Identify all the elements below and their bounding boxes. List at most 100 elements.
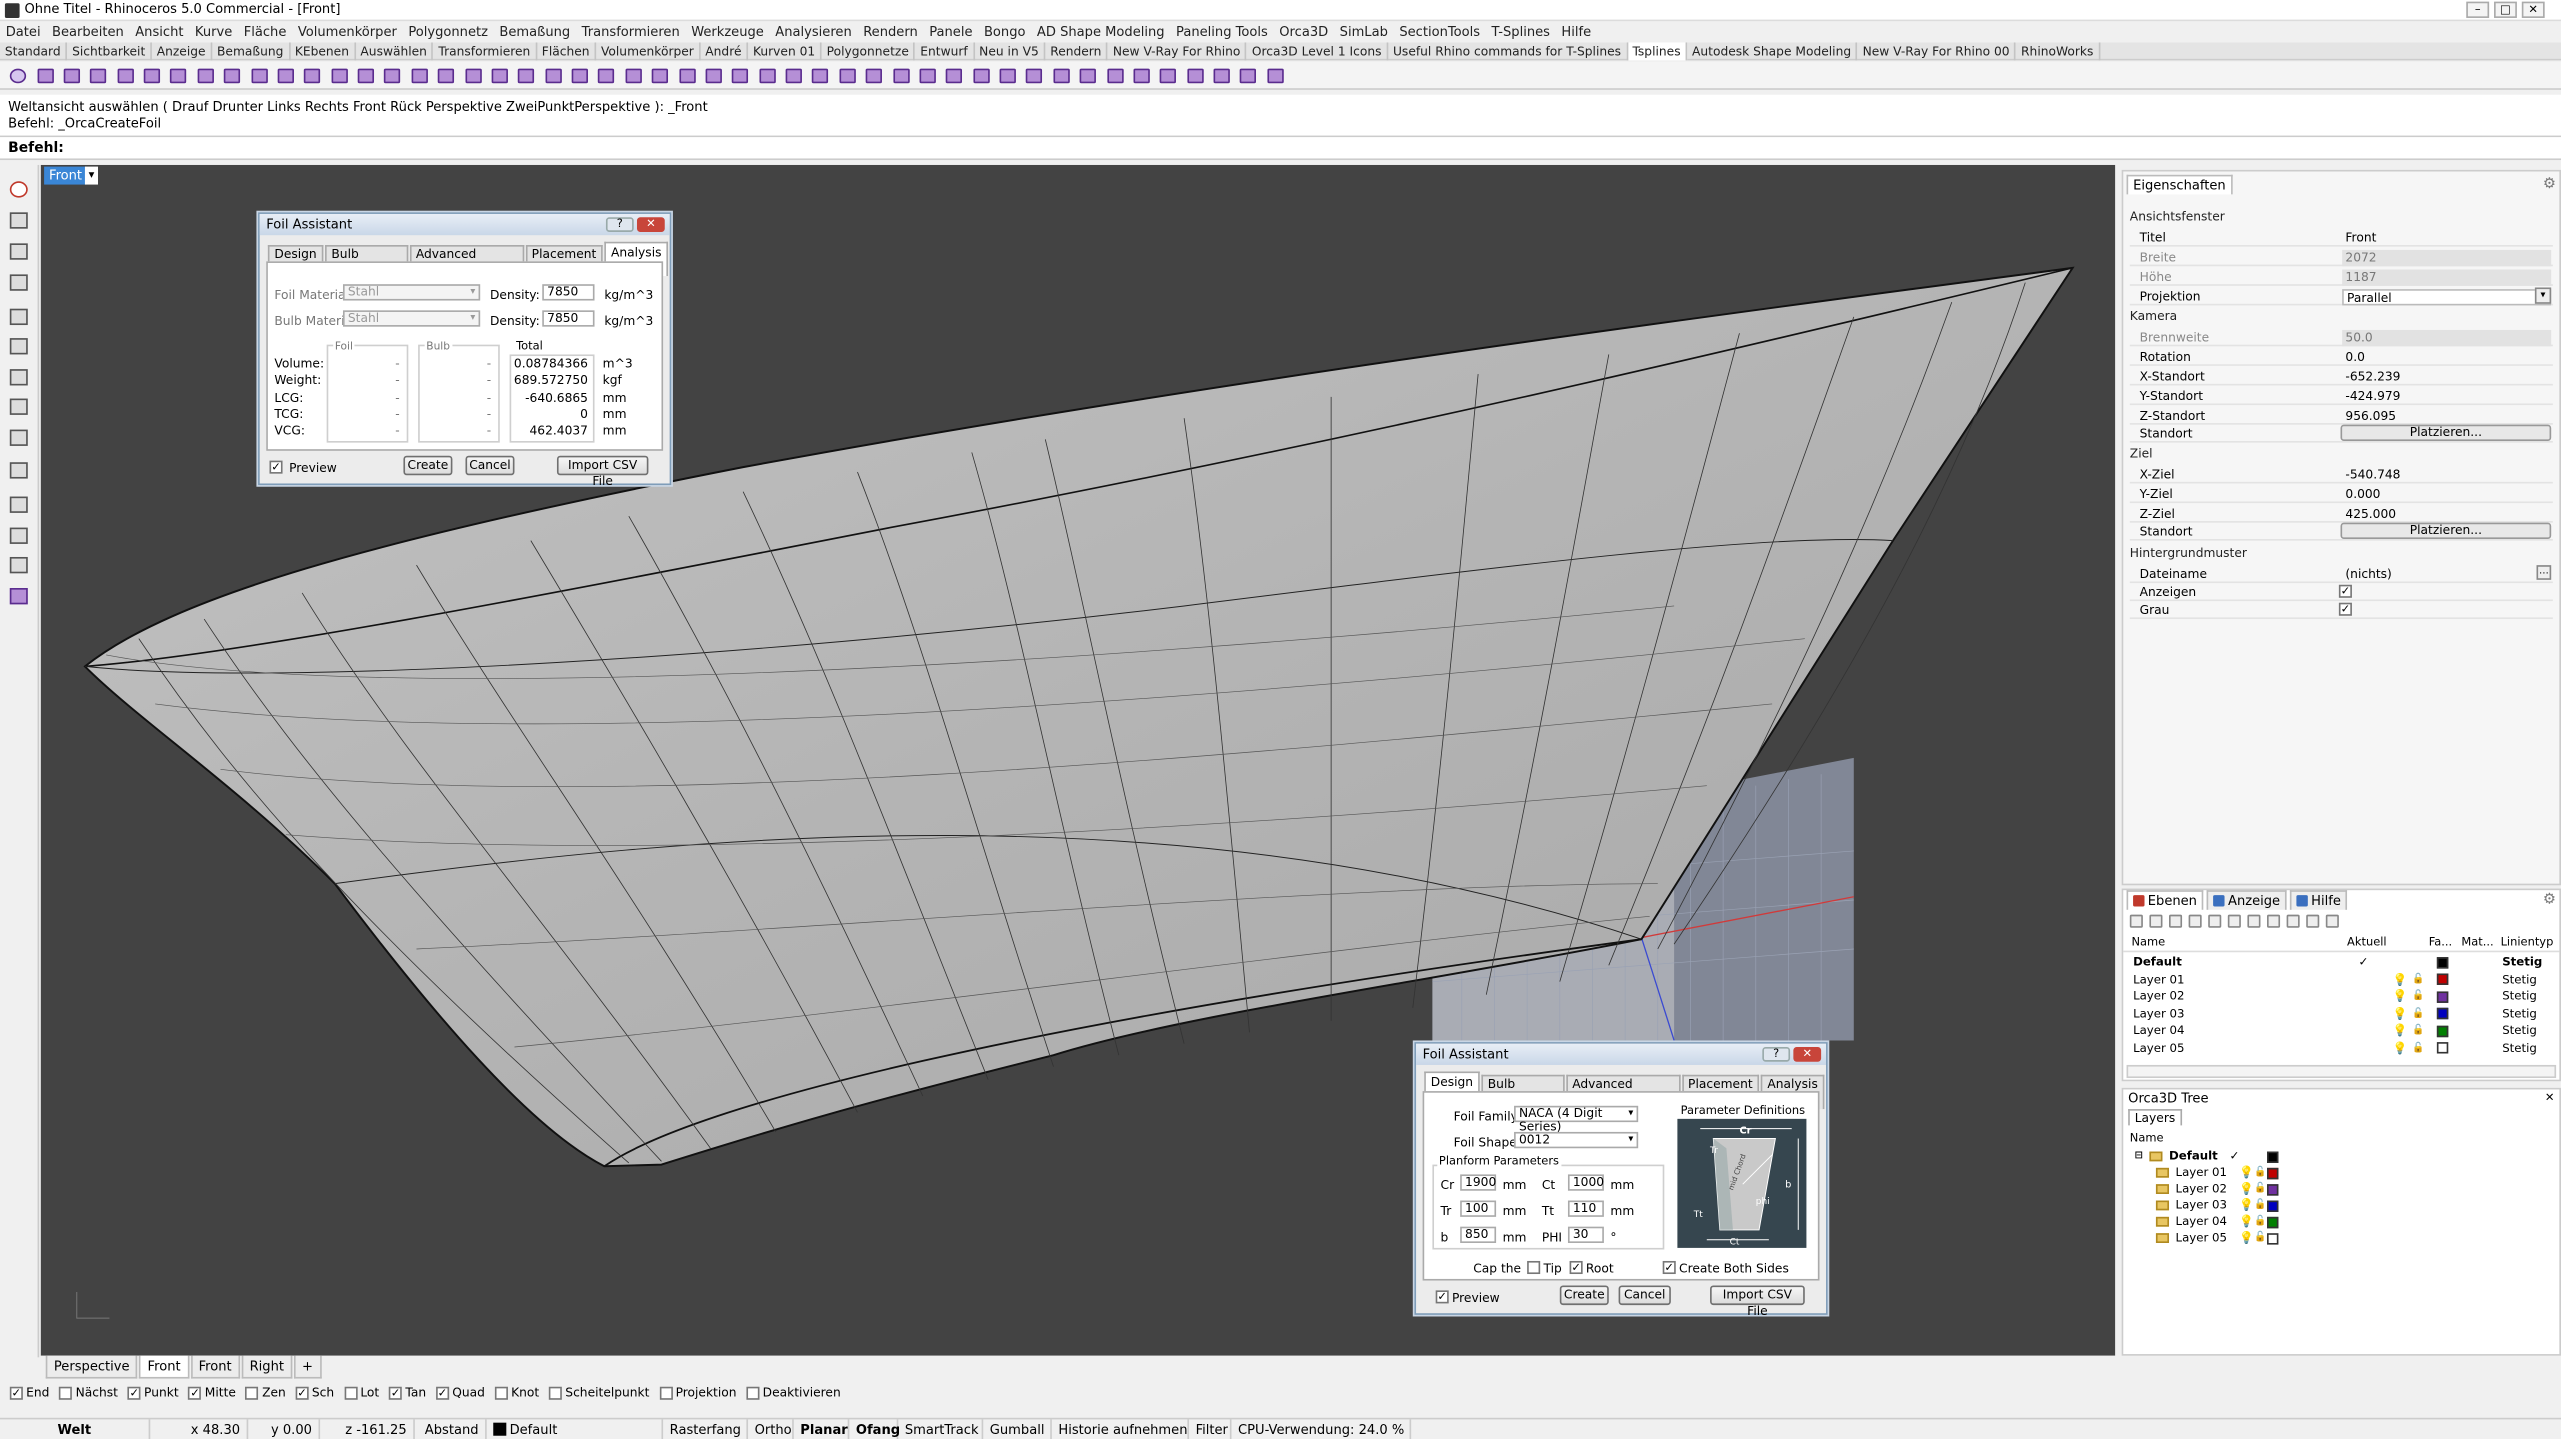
tsplines-tool-icon[interactable] xyxy=(649,65,672,86)
col-name[interactable]: Name xyxy=(2131,936,2165,949)
tsplines-tool-icon[interactable] xyxy=(87,65,110,86)
orca3d-layer-row[interactable]: Layer 05 💡 🔓 xyxy=(2127,1230,2558,1246)
tsplines-tool-icon[interactable] xyxy=(809,65,832,86)
col-material[interactable]: Mat... xyxy=(2461,936,2493,949)
toolbar-tab-rhinoworks[interactable]: RhinoWorks xyxy=(2016,41,2100,60)
toolbar-tab-rendern[interactable]: Rendern xyxy=(1045,41,1108,60)
osnap-projektion-checkbox[interactable] xyxy=(659,1385,673,1399)
y-location-value[interactable]: -424.979 xyxy=(2342,389,2551,405)
layer-linetype[interactable]: Stetig xyxy=(2502,1005,2537,1021)
osnap-mitte-checkbox[interactable]: ✓ xyxy=(188,1385,202,1399)
gumball-icon[interactable] xyxy=(7,209,31,232)
new-sublayer-icon[interactable] xyxy=(2149,914,2163,928)
layer-row[interactable]: Layer 02 💡 🔓 Stetig xyxy=(2127,988,2558,1004)
toolbar-tab-autodesk-shape-modeling[interactable]: Autodesk Shape Modeling xyxy=(1687,41,1858,60)
foil-density-input[interactable]: 7850 xyxy=(542,284,595,301)
layer-row[interactable]: Default ✓ Stetig xyxy=(2127,954,2558,970)
help-icon[interactable] xyxy=(2325,914,2339,928)
tsplines-tool-icon[interactable] xyxy=(1023,65,1046,86)
toolbar-tab-neu-in-v5[interactable]: Neu in V5 xyxy=(974,41,1046,60)
axis-icon[interactable] xyxy=(7,305,31,328)
cplane-status[interactable]: Welt xyxy=(0,1419,151,1439)
toolbar-tab-orca3d-level-1-icons[interactable]: Orca3D Level 1 Icons xyxy=(1247,41,1389,60)
layer-visible-bulb-icon[interactable]: 💡 xyxy=(2239,1165,2254,1181)
layer-lock-icon[interactable]: 🔓 xyxy=(2254,1230,2266,1246)
foil-shape-select[interactable]: 0012 ▾ xyxy=(1514,1131,1639,1149)
menu-ad-shape-modeling[interactable]: AD Shape Modeling xyxy=(1031,21,1170,42)
tsplines-tool-icon[interactable] xyxy=(114,65,137,86)
col-color[interactable]: Fa... xyxy=(2429,936,2452,949)
tsplines-tool-icon[interactable] xyxy=(274,65,297,86)
dots-icon[interactable] xyxy=(7,271,31,294)
rotation-value[interactable]: 0.0 xyxy=(2342,350,2551,366)
viewport-menu-chevron-icon[interactable]: ▾ xyxy=(84,166,98,185)
toolbar-tab-new-v-ray-for-rhino[interactable]: New V-Ray For Rhino xyxy=(1108,41,1247,60)
bulb-density-input[interactable]: 7850 xyxy=(542,310,595,327)
tsplines-tool-icon[interactable] xyxy=(60,65,83,86)
grid-snap-toggle[interactable]: Rasterfang xyxy=(663,1419,749,1439)
viewport-tab-perspective[interactable]: Perspective xyxy=(45,1354,138,1378)
param-ct-input[interactable]: 1000 xyxy=(1567,1174,1604,1191)
tsplines-tool-icon[interactable] xyxy=(675,65,698,86)
menu-bongo[interactable]: Bongo xyxy=(978,21,1031,42)
toolbar-tab-auswählen[interactable]: Auswählen xyxy=(356,41,434,60)
menu-kurve[interactable]: Kurve xyxy=(189,21,238,42)
osnap-zen-checkbox[interactable] xyxy=(245,1385,259,1399)
menu-werkzeuge[interactable]: Werkzeuge xyxy=(685,21,769,42)
layer-color-swatch[interactable] xyxy=(2436,1042,2449,1054)
gumball-toggle[interactable]: Gumball xyxy=(983,1419,1052,1439)
tsplines-tool-icon[interactable] xyxy=(568,65,591,86)
dialog-close-button[interactable]: ✕ xyxy=(636,217,665,232)
tsplines-toggle-icon[interactable] xyxy=(7,65,30,86)
tsplines-tool-icon[interactable] xyxy=(248,65,271,86)
z-target-value[interactable]: 425.000 xyxy=(2342,506,2551,522)
import-csv-button[interactable]: Import CSV File xyxy=(1710,1285,1805,1318)
layer-lock-icon[interactable]: 🔓 xyxy=(2412,1040,2424,1056)
toolbar-tab-kurven-01[interactable]: Kurven 01 xyxy=(748,41,822,60)
panel-settings-gear-icon[interactable]: ⚙ xyxy=(2543,176,2556,192)
layer-lock-icon[interactable]: 🔓 xyxy=(2254,1181,2266,1197)
layer-visible-bulb-icon[interactable]: 💡 xyxy=(2393,1040,2408,1056)
orca3d-layer-row[interactable]: Layer 03 💡 🔓 xyxy=(2127,1197,2558,1213)
layer-color-swatch[interactable] xyxy=(2267,1183,2279,1195)
tsplines-tool-icon[interactable] xyxy=(1157,65,1180,86)
tsplines-tool-icon[interactable] xyxy=(1103,65,1126,86)
filter-toggle[interactable]: Filter xyxy=(1189,1419,1232,1439)
col-linetype[interactable]: Linientyp xyxy=(2501,936,2554,949)
properties-tab[interactable]: Eigenschaften xyxy=(2126,174,2233,195)
param-b-input[interactable]: 850 xyxy=(1460,1226,1497,1243)
info-icon[interactable] xyxy=(7,178,31,201)
tsplines-tool-icon[interactable] xyxy=(221,65,244,86)
layer-row[interactable]: Layer 04 💡 🔓 Stetig xyxy=(2127,1022,2558,1038)
toolbar-tab-bemaßung[interactable]: Bemaßung xyxy=(212,41,290,60)
tsplines-tool-icon[interactable] xyxy=(1210,65,1233,86)
tsplines-tool-icon[interactable] xyxy=(194,65,217,86)
layer-visible-bulb-icon[interactable]: 💡 xyxy=(2239,1214,2254,1230)
layers-horizontal-scrollbar[interactable] xyxy=(2126,1064,2557,1079)
menu-hilfe[interactable]: Hilfe xyxy=(1556,21,1597,42)
osnap-scheitelpunkt-checkbox[interactable] xyxy=(548,1385,563,1399)
layer-visible-bulb-icon[interactable]: 💡 xyxy=(2393,1005,2408,1021)
foil-material-select[interactable]: Stahl ▾ xyxy=(342,284,481,301)
planar-toggle[interactable]: Planar xyxy=(794,1419,850,1439)
layer-color-swatch[interactable] xyxy=(2436,1007,2449,1020)
osnap-deaktivieren-checkbox[interactable] xyxy=(746,1385,760,1399)
menu-volumenkörper[interactable]: Volumenkörper xyxy=(292,21,403,42)
osnap-sch-checkbox[interactable]: ✓ xyxy=(295,1385,309,1399)
layer-lock-icon[interactable]: 🔓 xyxy=(2254,1214,2266,1230)
delete-layer-icon[interactable] xyxy=(2169,914,2183,928)
orca3d-layer-row[interactable]: Layer 04 💡 🔓 xyxy=(2127,1214,2558,1230)
param-cr-input[interactable]: 1900 xyxy=(1460,1174,1496,1191)
layer-color-swatch[interactable] xyxy=(2267,1232,2279,1244)
browse-file-button[interactable]: … xyxy=(2536,565,2552,580)
toolbar-tab-kebenen[interactable]: KEbenen xyxy=(290,41,356,60)
rhino-app-icon[interactable] xyxy=(4,3,20,18)
menu-orca3d[interactable]: Orca3D xyxy=(1274,21,1334,42)
orca3d-layer-row[interactable]: Layer 01 💡 🔓 xyxy=(2127,1165,2558,1181)
tsplines-tool-icon[interactable] xyxy=(34,65,57,86)
select-icon[interactable] xyxy=(2286,914,2300,928)
toolbar-tab-new-v-ray-for-rhino-00[interactable]: New V-Ray For Rhino 00 xyxy=(1858,41,2017,60)
show-checkbox[interactable]: ✓ xyxy=(2338,584,2352,598)
ortho-toggle[interactable]: Ortho xyxy=(748,1419,794,1439)
tsplines-tool-icon[interactable] xyxy=(1237,65,1260,86)
